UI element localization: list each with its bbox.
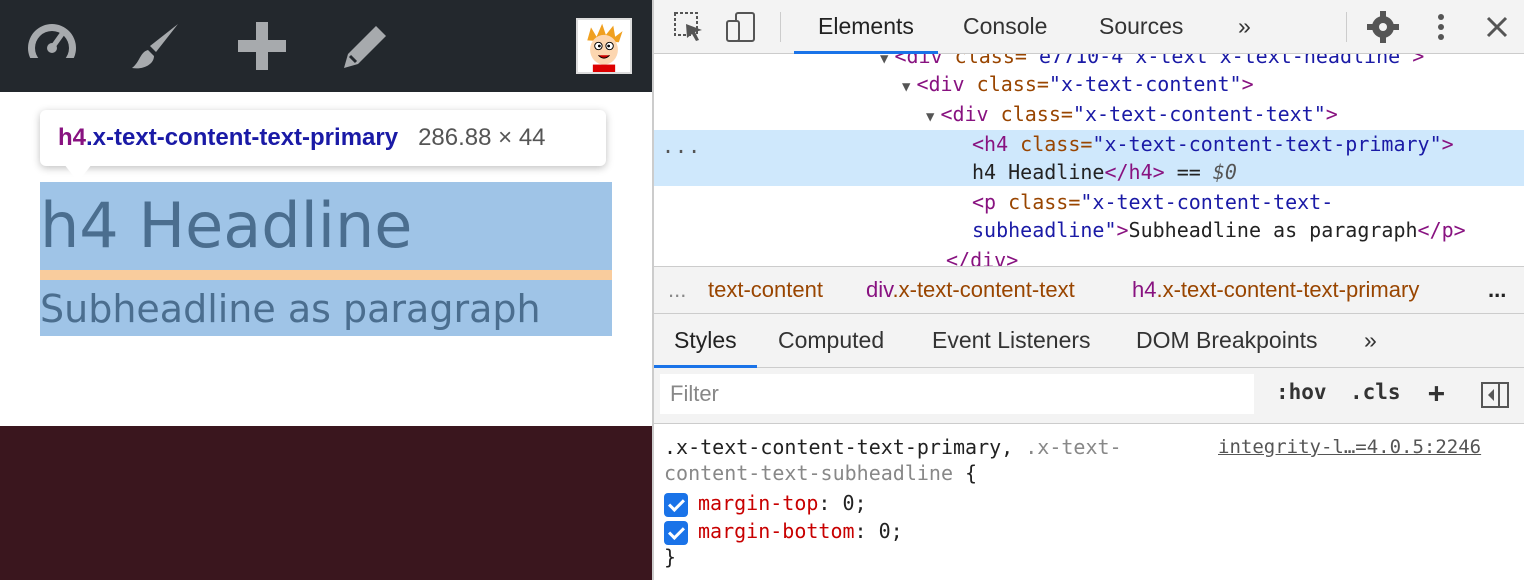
tab-event-listeners[interactable]: Event Listeners <box>912 314 1111 368</box>
inspect-tooltip: h4 .x-text-content-text-primary 286.88 × … <box>40 110 606 166</box>
tab-dom-breakpoints[interactable]: DOM Breakpoints <box>1116 314 1338 368</box>
collapse-triangle-icon[interactable]: ▼ <box>880 54 888 67</box>
toggle-sidebar-icon[interactable] <box>1480 380 1510 410</box>
dom-line-h4-text[interactable]: h4 Headline</h4> == $0 <box>972 158 1237 186</box>
paintbrush-icon[interactable] <box>126 18 186 74</box>
page-headline: h4 Headline <box>40 189 413 262</box>
dom-line-div-content-text[interactable]: ▼ <div class="x-text-content-text"> <box>926 100 1338 128</box>
styles-subtabs: Styles Computed Event Listeners DOM Brea… <box>654 314 1524 368</box>
tooltip-tag: h4 <box>58 124 87 151</box>
rule-source-link[interactable]: integrity-l…=4.0.5:2246 <box>1218 436 1481 458</box>
style-property-row: margin-top: 0; <box>664 490 867 517</box>
toolbar-separator <box>780 12 781 42</box>
breadcrumb-overflow[interactable]: ... <box>668 277 686 303</box>
tab-styles[interactable]: Styles <box>654 314 757 368</box>
property-checkbox[interactable] <box>664 492 688 517</box>
admin-toolbar <box>0 0 652 92</box>
tooltip-arrow <box>64 164 92 182</box>
plus-icon[interactable] <box>232 18 292 74</box>
inspect-element-icon[interactable] <box>672 10 706 44</box>
breadcrumb-text-content[interactable]: text-content <box>708 277 823 303</box>
more-subtabs-button[interactable]: » <box>1344 314 1397 368</box>
rule-selector-cont[interactable]: content-text-subheadline { <box>664 460 977 486</box>
more-tabs-button[interactable]: » <box>1214 0 1275 54</box>
style-property-row: margin-bottom: 0; <box>664 518 903 545</box>
close-icon[interactable] <box>1480 10 1514 44</box>
rule-close-brace: } <box>664 545 677 569</box>
tooltip-class: .x-text-content-text-primary <box>86 124 399 151</box>
inspected-page: h4 .x-text-content-text-primary 286.88 × … <box>0 0 652 580</box>
dom-line-div-headline[interactable]: ▼ <div class="e7710-4 x-text x-text-headl… <box>880 54 1424 70</box>
breadcrumb-div-content-text[interactable]: div.x-text-content-text <box>866 277 1075 303</box>
dom-line-p[interactable]: <p class="x-text-content-text- <box>972 188 1333 216</box>
elements-tree: ... ▼ <div class="e7710-4 x-text x-text-h… <box>654 54 1524 266</box>
collapse-triangle-icon[interactable]: ▼ <box>902 79 910 95</box>
breadcrumb-h4-primary[interactable]: h4.x-text-content-text-primary <box>1132 277 1419 303</box>
margin-highlight <box>40 270 612 280</box>
hov-button[interactable]: :hov <box>1276 380 1327 404</box>
styles-pane: .x-text-content-text-primary, .x-text- i… <box>654 424 1524 580</box>
avatar[interactable] <box>576 18 632 74</box>
tooltip-dimensions: 286.88 × 44 <box>418 124 546 151</box>
page-footer-block <box>0 426 652 580</box>
pencil-icon[interactable] <box>336 18 396 74</box>
property-checkbox[interactable] <box>664 520 688 545</box>
gear-icon[interactable] <box>1366 10 1400 44</box>
tab-console[interactable]: Console <box>939 0 1071 54</box>
dom-line-div-content[interactable]: ▼ <div class="x-text-content"> <box>902 70 1254 98</box>
rule-selector[interactable]: .x-text-content-text-primary, .x-text- <box>664 434 1122 460</box>
breadcrumb-more[interactable]: ... <box>1488 277 1506 303</box>
filter-input[interactable] <box>660 374 1254 414</box>
devtools-panel: Elements Console Sources » ... ▼ <div cla… <box>652 0 1524 580</box>
tab-elements[interactable]: Elements <box>794 0 938 54</box>
node-actions-ellipsis[interactable]: ... <box>662 134 701 158</box>
devtools-toolbar: Elements Console Sources » <box>654 0 1524 54</box>
dom-line-h4[interactable]: <h4 class="x-text-content-text-primary"> <box>972 130 1454 158</box>
cls-button[interactable]: .cls <box>1350 380 1401 404</box>
new-rule-button[interactable]: + <box>1428 376 1445 409</box>
dom-line-div-close[interactable]: </div> <box>946 246 1018 266</box>
styles-filter-bar: :hov .cls + <box>654 368 1524 424</box>
tab-computed[interactable]: Computed <box>758 314 904 368</box>
page-subheadline: Subheadline as paragraph <box>40 287 541 331</box>
device-toolbar-icon[interactable] <box>724 10 758 44</box>
tab-sources[interactable]: Sources <box>1075 0 1207 54</box>
toolbar-separator <box>1346 12 1347 42</box>
dom-line-p-text[interactable]: subheadline">Subheadline as paragraph</p… <box>972 216 1466 244</box>
dashboard-icon[interactable] <box>22 18 82 74</box>
kebab-menu-icon[interactable] <box>1424 10 1458 44</box>
breadcrumb: ... text-content div.x-text-content-text… <box>654 266 1524 314</box>
collapse-triangle-icon[interactable]: ▼ <box>926 109 934 125</box>
